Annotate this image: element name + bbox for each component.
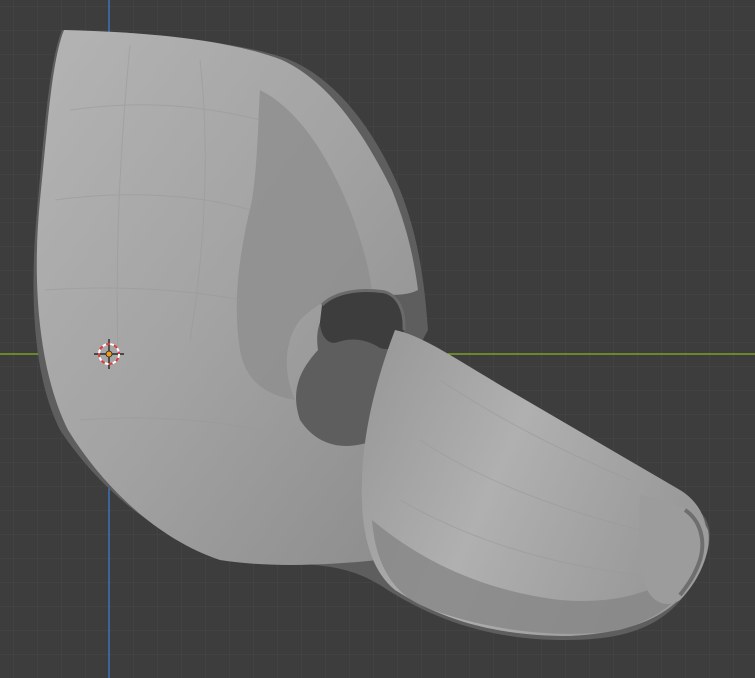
object-origin-point [105,350,113,358]
3d-viewport[interactable] [0,0,755,678]
viewport-canvas[interactable] [0,0,755,678]
